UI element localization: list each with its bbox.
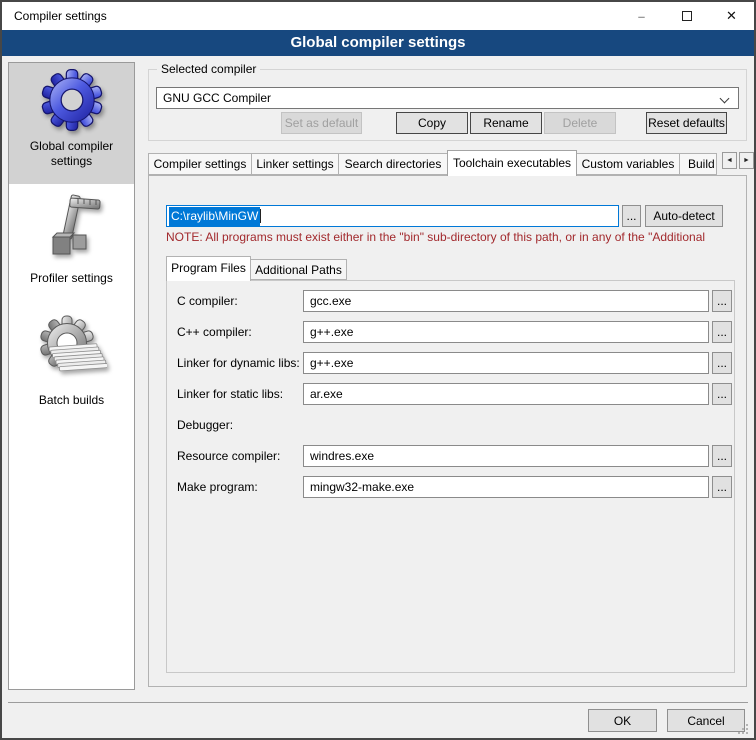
settings-tabs: Compiler settings Linker settings Search… (148, 150, 717, 175)
titlebar: Compiler settings – ✕ (2, 2, 754, 30)
cancel-button[interactable]: Cancel (667, 709, 745, 732)
close-icon: ✕ (726, 8, 737, 24)
blue-gear-icon (39, 67, 105, 133)
caliper-icon (40, 191, 104, 265)
make-program-input[interactable]: mingw32-make.exe (303, 476, 709, 498)
gray-gear-stack-icon (37, 313, 107, 387)
linker-dynamic-input[interactable]: g++.exe (303, 352, 709, 374)
sidebar-item-batch-builds[interactable]: Batch builds (9, 307, 134, 437)
selected-path-text: C:\raylib\MinGW (169, 207, 260, 226)
tab-scroll-left-button[interactable]: ◄ (722, 152, 737, 169)
make-program-label: Make program: (177, 476, 303, 498)
compiler-select-value: GNU GCC Compiler (163, 91, 271, 105)
tab-custom-variables[interactable]: Custom variables (576, 153, 680, 175)
tab-toolchain-executables[interactable]: Toolchain executables (447, 150, 577, 176)
linker-static-browse-button[interactable]: ... (712, 383, 732, 405)
tab-scroll-right-button[interactable]: ► (739, 152, 754, 169)
copy-button[interactable]: Copy (396, 112, 468, 134)
c-compiler-input[interactable]: gcc.exe (303, 290, 709, 312)
c-compiler-browse-button[interactable]: ... (712, 290, 732, 312)
linker-dynamic-browse-button[interactable]: ... (712, 352, 732, 374)
sidebar-item-label: Batch builds (35, 393, 108, 408)
footer-divider (8, 702, 748, 703)
bin-subdirectory-note: NOTE: All programs must exist either in … (166, 230, 742, 244)
window-title: Compiler settings (14, 2, 107, 30)
minimize-button[interactable]: – (619, 2, 664, 30)
close-button[interactable]: ✕ (709, 2, 754, 30)
auto-detect-button[interactable]: Auto-detect (645, 205, 723, 227)
sidebar-item-profiler-settings[interactable]: Profiler settings (9, 189, 134, 301)
sidebar-item-label: Profiler settings (26, 271, 117, 286)
resource-compiler-label: Resource compiler: (177, 445, 303, 467)
tab-search-directories[interactable]: Search directories (338, 153, 448, 175)
minimize-icon: – (638, 9, 645, 24)
window-controls: – ✕ (619, 2, 754, 30)
make-program-browse-button[interactable]: ... (712, 476, 732, 498)
compiler-select[interactable]: GNU GCC Compiler (156, 87, 739, 109)
resource-compiler-input[interactable]: windres.exe (303, 445, 709, 467)
group-label: Selected compiler (157, 62, 260, 76)
cpp-compiler-label: C++ compiler: (177, 321, 303, 343)
ok-button[interactable]: OK (588, 709, 657, 732)
browse-directory-button[interactable]: ... (622, 205, 641, 227)
sidebar-item-label: Global compiler settings (9, 139, 134, 169)
subtab-program-files[interactable]: Program Files (166, 256, 251, 281)
debugger-label: Debugger: (177, 414, 303, 436)
cpp-compiler-input[interactable]: g++.exe (303, 321, 709, 343)
chevron-down-icon (720, 94, 730, 104)
delete-button: Delete (544, 112, 616, 134)
tab-compiler-settings[interactable]: Compiler settings (148, 153, 252, 175)
sidebar-item-global-compiler-settings[interactable]: Global compiler settings (9, 63, 134, 184)
tab-linker-settings[interactable]: Linker settings (251, 153, 339, 175)
cpp-compiler-browse-button[interactable]: ... (712, 321, 732, 343)
reset-defaults-button[interactable]: Reset defaults (646, 112, 727, 134)
resource-compiler-browse-button[interactable]: ... (712, 445, 732, 467)
executables-subtabs: Program Files Additional Paths (166, 256, 347, 281)
compiler-settings-dialog: Compiler settings – ✕ Global compiler se… (0, 0, 756, 740)
subtab-additional-paths[interactable]: Additional Paths (250, 259, 347, 280)
linker-static-label: Linker for static libs: (177, 383, 303, 405)
text-caret (260, 209, 261, 223)
resize-grip[interactable] (738, 724, 740, 726)
rename-button[interactable]: Rename (470, 112, 542, 134)
set-as-default-button: Set as default (281, 112, 362, 134)
maximize-icon (682, 11, 692, 21)
linker-dynamic-label: Linker for dynamic libs: (177, 352, 303, 374)
c-compiler-label: C compiler: (177, 290, 303, 312)
maximize-button[interactable] (664, 2, 709, 30)
dialog-header: Global compiler settings (2, 30, 754, 56)
tab-build-options[interactable]: Build (679, 153, 717, 175)
installation-directory-input[interactable]: C:\raylib\MinGW (166, 205, 619, 227)
linker-static-input[interactable]: ar.exe (303, 383, 709, 405)
settings-category-list: Global compiler settings (8, 62, 135, 690)
